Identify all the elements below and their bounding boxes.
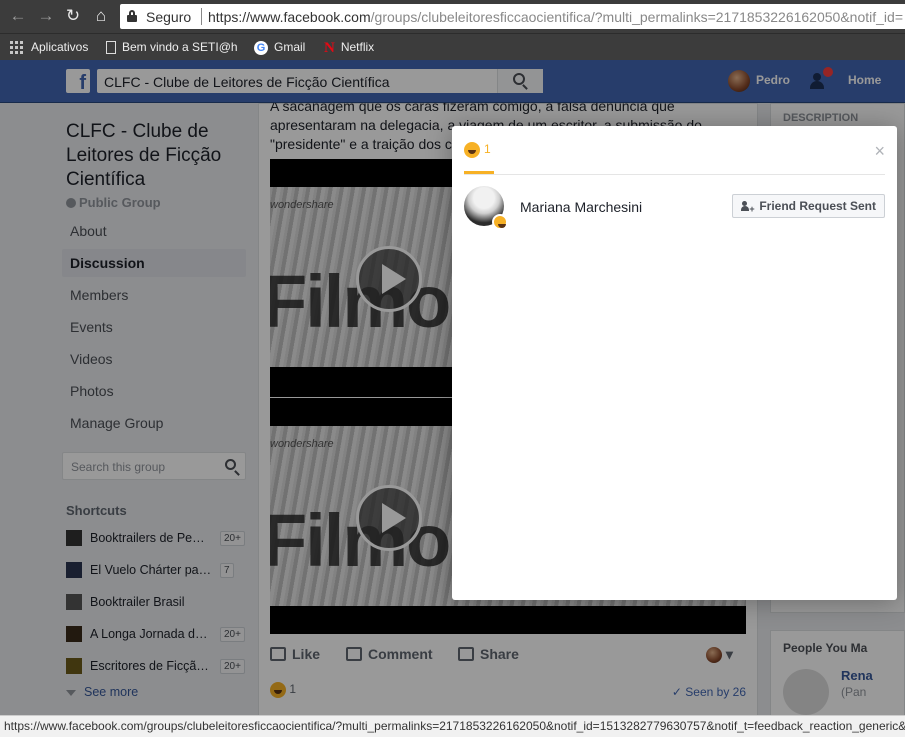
bookmarks-bar: Aplicativos Bem vindo a SETI@h G Gmail NN… bbox=[0, 33, 905, 60]
friend-request-sent-button[interactable]: + Friend Request Sent bbox=[732, 194, 885, 218]
haha-reaction-icon bbox=[464, 142, 480, 158]
url-separator bbox=[201, 8, 202, 25]
reactions-dialog: 1 × Mariana Marchesini + Friend Request … bbox=[452, 126, 897, 600]
bookmark-gmail[interactable]: G Gmail bbox=[254, 38, 305, 56]
address-row: ← → ↻ ⌂ Seguro https://www.facebook.com/… bbox=[0, 0, 905, 33]
lock-icon bbox=[127, 10, 137, 22]
bookmark-apps[interactable]: Aplicativos bbox=[10, 38, 88, 56]
apps-grid-icon bbox=[10, 41, 23, 55]
address-bar[interactable]: Seguro https://www.facebook.com/groups/c… bbox=[120, 4, 905, 29]
secure-label: Seguro bbox=[146, 9, 192, 25]
close-icon[interactable]: × bbox=[874, 141, 885, 162]
page-icon bbox=[106, 41, 116, 55]
google-icon: G bbox=[254, 40, 268, 55]
add-friend-icon: + bbox=[741, 201, 755, 214]
back-icon[interactable]: ← bbox=[7, 5, 29, 27]
reaction-person-row: Mariana Marchesini + Friend Request Sent bbox=[464, 186, 885, 230]
tab-haha[interactable]: 1 bbox=[464, 142, 494, 174]
netflix-icon: N bbox=[324, 39, 335, 56]
url-text[interactable]: https://www.facebook.com/groups/clubelei… bbox=[208, 9, 903, 25]
browser-chrome: ← → ↻ ⌂ Seguro https://www.facebook.com/… bbox=[0, 0, 905, 60]
haha-reaction-icon bbox=[492, 214, 508, 230]
bookmark-netflix[interactable]: N Netflix bbox=[324, 38, 374, 56]
home-icon[interactable]: ⌂ bbox=[90, 5, 112, 27]
bookmark-seti[interactable]: Bem vindo a SETI@h bbox=[106, 38, 242, 56]
reload-icon[interactable]: ↻ bbox=[62, 5, 84, 27]
browser-status-bar: https://www.facebook.com/groups/clubelei… bbox=[0, 715, 905, 737]
person-name[interactable]: Mariana Marchesini bbox=[520, 199, 642, 215]
dialog-divider bbox=[464, 174, 885, 175]
forward-icon[interactable]: → bbox=[35, 5, 57, 27]
